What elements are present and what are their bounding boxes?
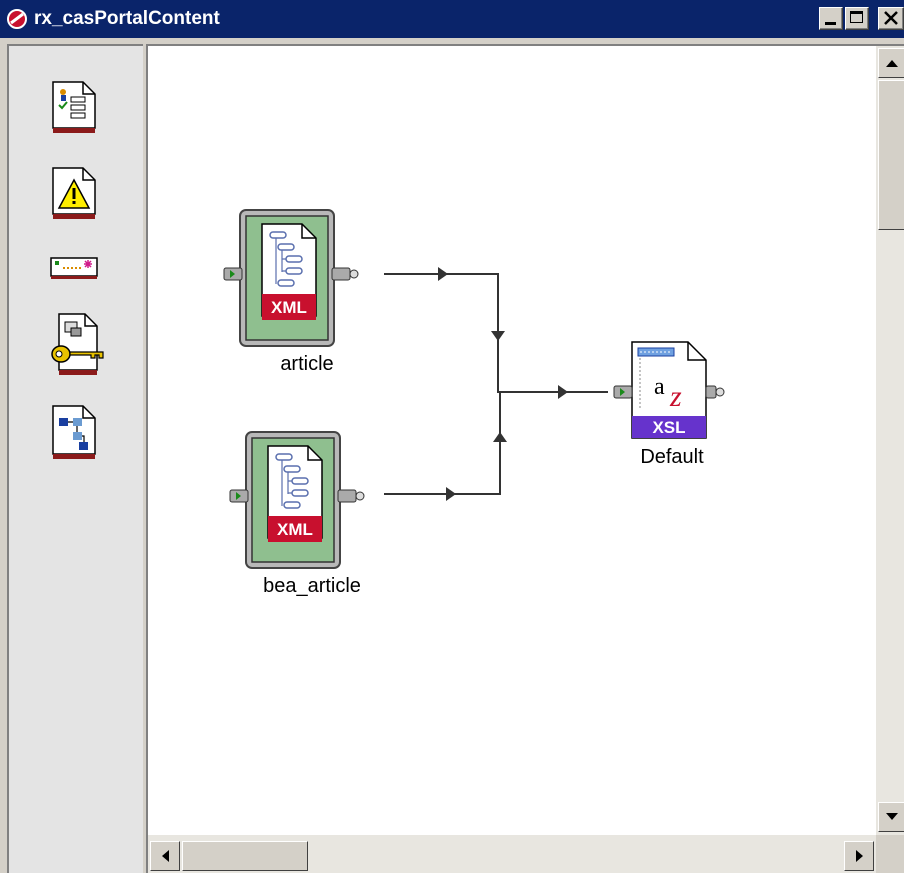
scroll-right-button[interactable]	[844, 841, 874, 871]
article-label: article	[280, 353, 334, 375]
diagram-canvas-well: XML article XML bea_article a z XSL Defa…	[146, 44, 904, 873]
output-port-icon	[705, 385, 725, 399]
key-icon[interactable]	[49, 312, 109, 378]
vertical-scroll-thumb[interactable]	[878, 80, 904, 230]
title-bar: rx_casPortalContent	[0, 0, 904, 38]
scroll-down-button[interactable]	[878, 802, 904, 832]
bea-article-label: bea_article	[263, 575, 361, 597]
maximize-icon	[850, 11, 863, 23]
horizontal-scrollbar[interactable]	[148, 835, 876, 873]
scrollbar-corner	[876, 835, 904, 873]
field-icon[interactable]	[49, 256, 99, 280]
form-icon[interactable]	[49, 80, 99, 136]
bea-article-xml-node[interactable]: XML	[228, 430, 400, 572]
minimize-icon	[825, 22, 836, 25]
flow-arrow	[446, 487, 456, 501]
flow-arrow	[438, 267, 448, 281]
flow-arrow	[558, 385, 568, 399]
article-xml-node[interactable]: XML	[222, 208, 394, 350]
scroll-up-button[interactable]	[878, 48, 904, 78]
flow-arrow	[493, 432, 507, 442]
close-icon	[884, 11, 898, 25]
input-port-icon	[223, 267, 243, 281]
default-badge: XSL	[652, 418, 685, 437]
minimize-button[interactable]	[819, 7, 843, 30]
scroll-left-button[interactable]	[150, 841, 180, 871]
arrow-up-icon	[886, 60, 898, 67]
output-port-icon	[331, 267, 359, 281]
default-xsl-node[interactable]: a z XSL	[610, 340, 730, 444]
diagram-canvas[interactable]: XML article XML bea_article a z XSL Defa…	[148, 46, 876, 835]
arrow-left-icon	[162, 850, 169, 862]
app-logo-icon	[7, 9, 27, 29]
warning-icon[interactable]	[49, 166, 99, 222]
flow-arrow	[491, 331, 505, 341]
arrow-down-icon	[886, 813, 898, 820]
input-port-icon	[229, 489, 249, 503]
vertical-scrollbar[interactable]	[876, 46, 904, 835]
palette-sidebar	[7, 44, 143, 873]
default-label: Default	[640, 446, 704, 468]
output-port-icon	[337, 489, 365, 503]
tree-icon[interactable]	[49, 404, 99, 462]
xsl-glyph-z: z	[669, 380, 682, 413]
arrow-right-icon	[856, 850, 863, 862]
input-port-icon	[613, 385, 633, 399]
close-button[interactable]	[878, 7, 904, 30]
horizontal-scroll-thumb[interactable]	[182, 841, 308, 871]
article-badge: XML	[271, 298, 307, 317]
xsl-glyph-a: a	[654, 374, 665, 400]
maximize-button[interactable]	[845, 7, 869, 30]
bea-article-badge: XML	[277, 520, 313, 539]
window-title: rx_casPortalContent	[34, 8, 220, 29]
